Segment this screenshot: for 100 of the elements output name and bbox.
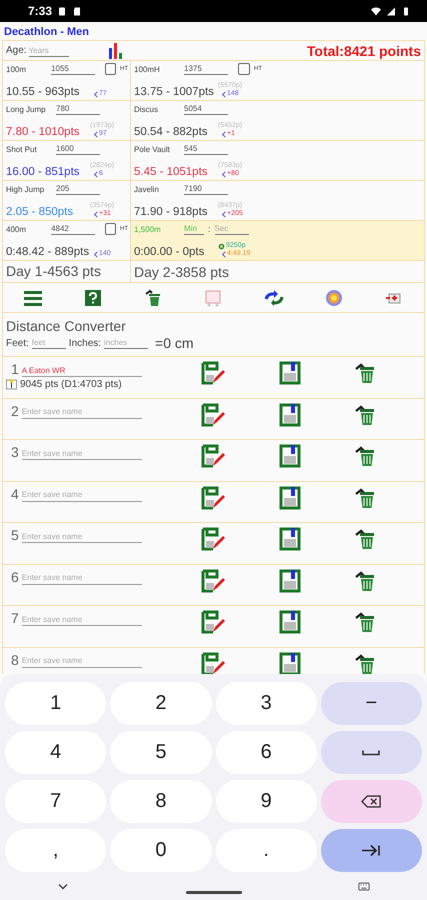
day-two-total: Day 2-3858 pts	[133, 264, 229, 280]
event-result: 0:48.42 - 889pts	[6, 246, 90, 258]
mark-field[interactable]: 1055	[51, 63, 96, 75]
edit-save-icon[interactable]	[201, 527, 225, 551]
chevron-left-icon	[222, 210, 226, 218]
chevron-left-icon	[94, 250, 98, 258]
status-time: 7:33	[28, 4, 52, 18]
save-name-field[interactable]: Enter save name	[22, 447, 142, 460]
save-icon[interactable]	[278, 486, 302, 510]
save-name-field[interactable]: Enter save name	[22, 572, 142, 584]
day-one-total: Day 1-4563 pts	[3, 261, 131, 282]
seconds-field[interactable]: Sec	[214, 223, 249, 235]
key[interactable]: 0	[110, 829, 212, 872]
slot-number: 5	[11, 527, 19, 543]
age-label: Age:	[6, 45, 27, 56]
minutes-field[interactable]: Min	[184, 223, 204, 235]
save-name-field[interactable]: Enter save name	[22, 654, 142, 668]
key[interactable]: ,	[5, 829, 106, 872]
mark-field[interactable]: 1600	[56, 143, 100, 155]
key[interactable]: 9	[216, 780, 317, 823]
save-icon[interactable]	[278, 568, 302, 592]
mark-field[interactable]: 545	[184, 143, 228, 155]
event-name: Long Jump	[6, 104, 47, 114]
backspace-icon	[361, 795, 382, 808]
edit-save-icon[interactable]	[201, 402, 225, 426]
mark-field[interactable]: 205	[56, 183, 100, 195]
slot-number: 4	[11, 486, 19, 502]
battery-icon	[401, 6, 411, 16]
gesture-handle[interactable]	[186, 890, 242, 894]
event-name: Discus	[134, 104, 160, 114]
event-result: 0:00.00 - 0pts	[134, 246, 206, 258]
mark-field[interactable]: 7190	[184, 183, 228, 195]
mark-field[interactable]: 4842	[51, 223, 96, 235]
inches-field[interactable]: inches	[104, 337, 148, 349]
edit-save-icon[interactable]	[201, 568, 225, 592]
save-icon[interactable]	[278, 652, 302, 674]
key[interactable]: .	[216, 829, 317, 872]
edit-save-icon[interactable]	[201, 610, 225, 634]
edit-save-icon[interactable]	[201, 361, 225, 385]
mark-field[interactable]: 1375	[184, 63, 228, 75]
hand-timing-checkbox[interactable]	[105, 63, 116, 75]
slot-number: 8	[11, 652, 19, 668]
chevron-down-icon[interactable]	[57, 882, 69, 890]
save-icon[interactable]	[278, 527, 302, 551]
event-result: 71.90 - 918pts	[134, 206, 209, 218]
save-icon[interactable]	[278, 610, 302, 634]
keyboard-icon[interactable]	[358, 882, 370, 890]
slot-number: 2	[11, 402, 19, 418]
edit-save-icon[interactable]	[201, 444, 225, 468]
key[interactable]: 2	[110, 682, 212, 725]
minus-key[interactable]: −	[320, 682, 422, 725]
save-icon[interactable]	[278, 361, 302, 385]
slot-number: 1	[11, 361, 19, 377]
event-name: 100mH	[134, 64, 161, 74]
slot-number: 3	[11, 444, 19, 460]
key[interactable]: 8	[110, 780, 212, 823]
chevron-left-icon	[222, 130, 226, 138]
event-result: 5.45 - 1051pts	[134, 166, 209, 178]
event-result: 10.55 - 963pts	[6, 86, 81, 98]
event-result: 16.00 - 851pts	[6, 166, 81, 178]
key[interactable]: 1	[5, 682, 106, 725]
time-separator: :	[208, 224, 211, 234]
edit-save-icon[interactable]	[201, 486, 225, 510]
key[interactable]: 3	[216, 682, 317, 725]
mark-field[interactable]: 5054	[184, 103, 228, 115]
event-name: 400m	[6, 224, 28, 234]
event-result: 50.54 - 882pts	[134, 126, 209, 138]
app-title: Decathlon - Men	[3, 25, 90, 40]
converter-title: Distance Converter	[6, 318, 127, 334]
feet-field[interactable]: feet	[32, 337, 66, 349]
event-name: 100m	[6, 64, 28, 74]
event-name: Pole Vault	[134, 144, 171, 154]
edit-save-icon[interactable]	[201, 652, 225, 674]
save-name-field[interactable]: Enter save name	[22, 406, 142, 418]
key[interactable]: 7	[5, 780, 106, 823]
feet-label: Feet:	[6, 338, 29, 348]
key[interactable]: 6	[216, 731, 317, 774]
slot-number: 6	[11, 568, 19, 584]
mark-field[interactable]: 780	[56, 103, 100, 115]
help-icon[interactable]	[83, 288, 104, 308]
key[interactable]: 5	[110, 731, 212, 774]
save-icon[interactable]	[278, 444, 302, 468]
event-name: 1,500m	[134, 224, 162, 234]
hand-timing-checkbox[interactable]	[238, 63, 250, 75]
chevron-left-icon	[222, 90, 226, 98]
save-name-field[interactable]: Enter save name	[22, 613, 142, 626]
backspace-key[interactable]	[320, 780, 422, 823]
event-name: Shot Put	[6, 144, 38, 154]
key[interactable]: 4	[5, 731, 106, 774]
age-field[interactable]: Years	[28, 44, 69, 56]
hand-timing-checkbox[interactable]	[105, 223, 116, 235]
target-icon[interactable]	[324, 288, 344, 308]
slot-number: 7	[11, 610, 19, 626]
swap-arrows-icon[interactable]	[264, 288, 284, 308]
save-name-field[interactable]: A Eaton WR	[22, 364, 142, 377]
save-icon[interactable]	[278, 402, 302, 426]
inches-label: Inches:	[68, 338, 102, 348]
save-name-field[interactable]: Enter save name	[22, 530, 142, 543]
save-name-field[interactable]: Enter save name	[22, 488, 142, 502]
event-result: 2.05 - 850pts	[6, 206, 74, 218]
